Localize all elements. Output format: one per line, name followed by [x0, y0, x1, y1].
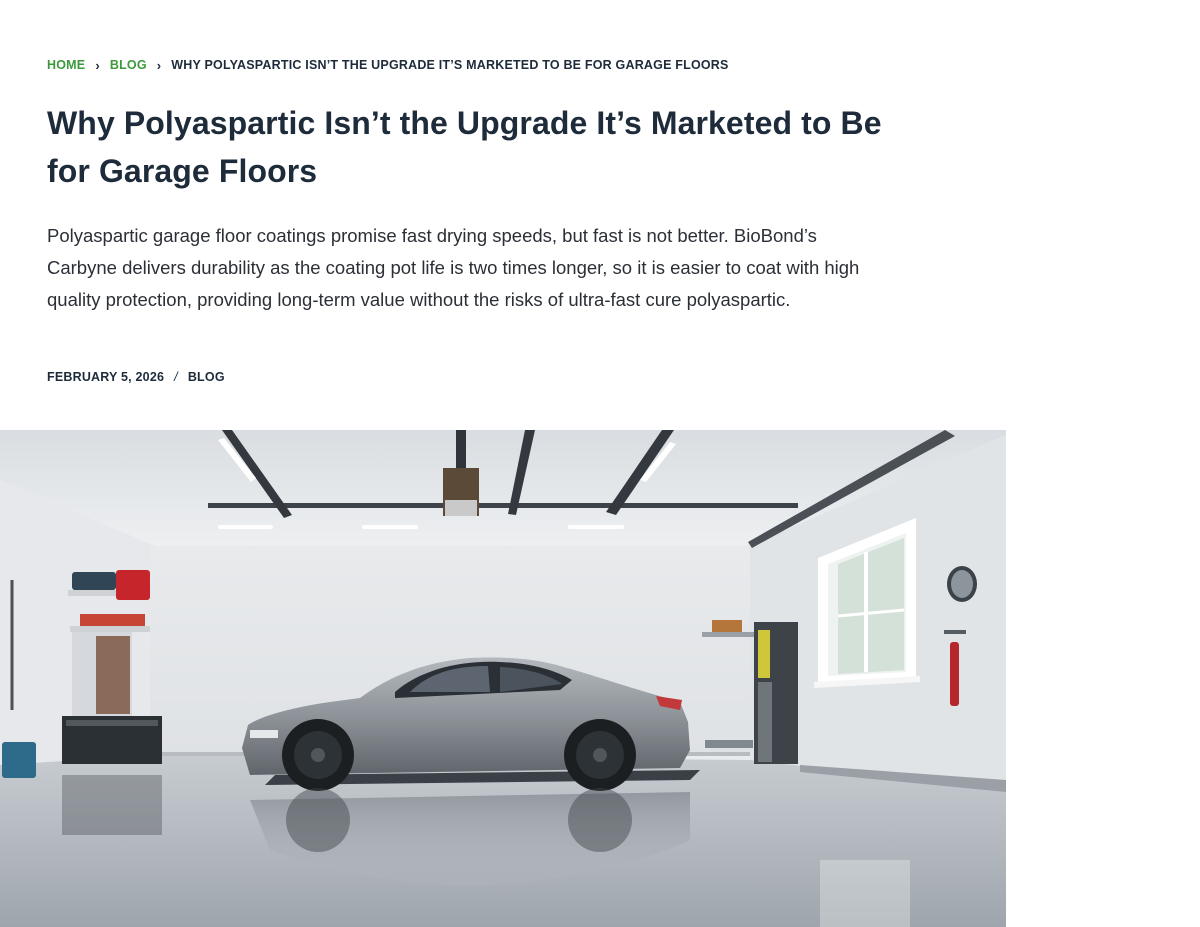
blog-post-page: HOME › BLOG › WHY POLYASPARTIC ISN’T THE…: [0, 0, 1200, 927]
hero-image: [0, 430, 1006, 927]
breadcrumb: HOME › BLOG › WHY POLYASPARTIC ISN’T THE…: [47, 58, 729, 72]
meta-separator: /: [174, 370, 178, 384]
article-category-link[interactable]: BLOG: [188, 370, 225, 384]
article-excerpt: Polyaspartic garage floor coatings promi…: [47, 225, 860, 310]
article-date: FEBRUARY 5, 2026: [47, 370, 165, 384]
article-meta: FEBRUARY 5, 2026 / BLOG: [47, 370, 225, 384]
article-title: Why Polyaspartic Isn’t the Upgrade It’s …: [47, 105, 882, 189]
breadcrumb-home-link[interactable]: HOME: [47, 58, 85, 72]
garage-with-car-image: [0, 430, 1006, 927]
chevron-right-icon: ›: [156, 57, 162, 73]
chevron-right-icon: ›: [95, 57, 100, 73]
breadcrumb-blog-link[interactable]: BLOG: [110, 58, 147, 72]
breadcrumb-current-page: WHY POLYASPARTIC ISN’T THE UPGRADE IT’S …: [171, 58, 729, 72]
